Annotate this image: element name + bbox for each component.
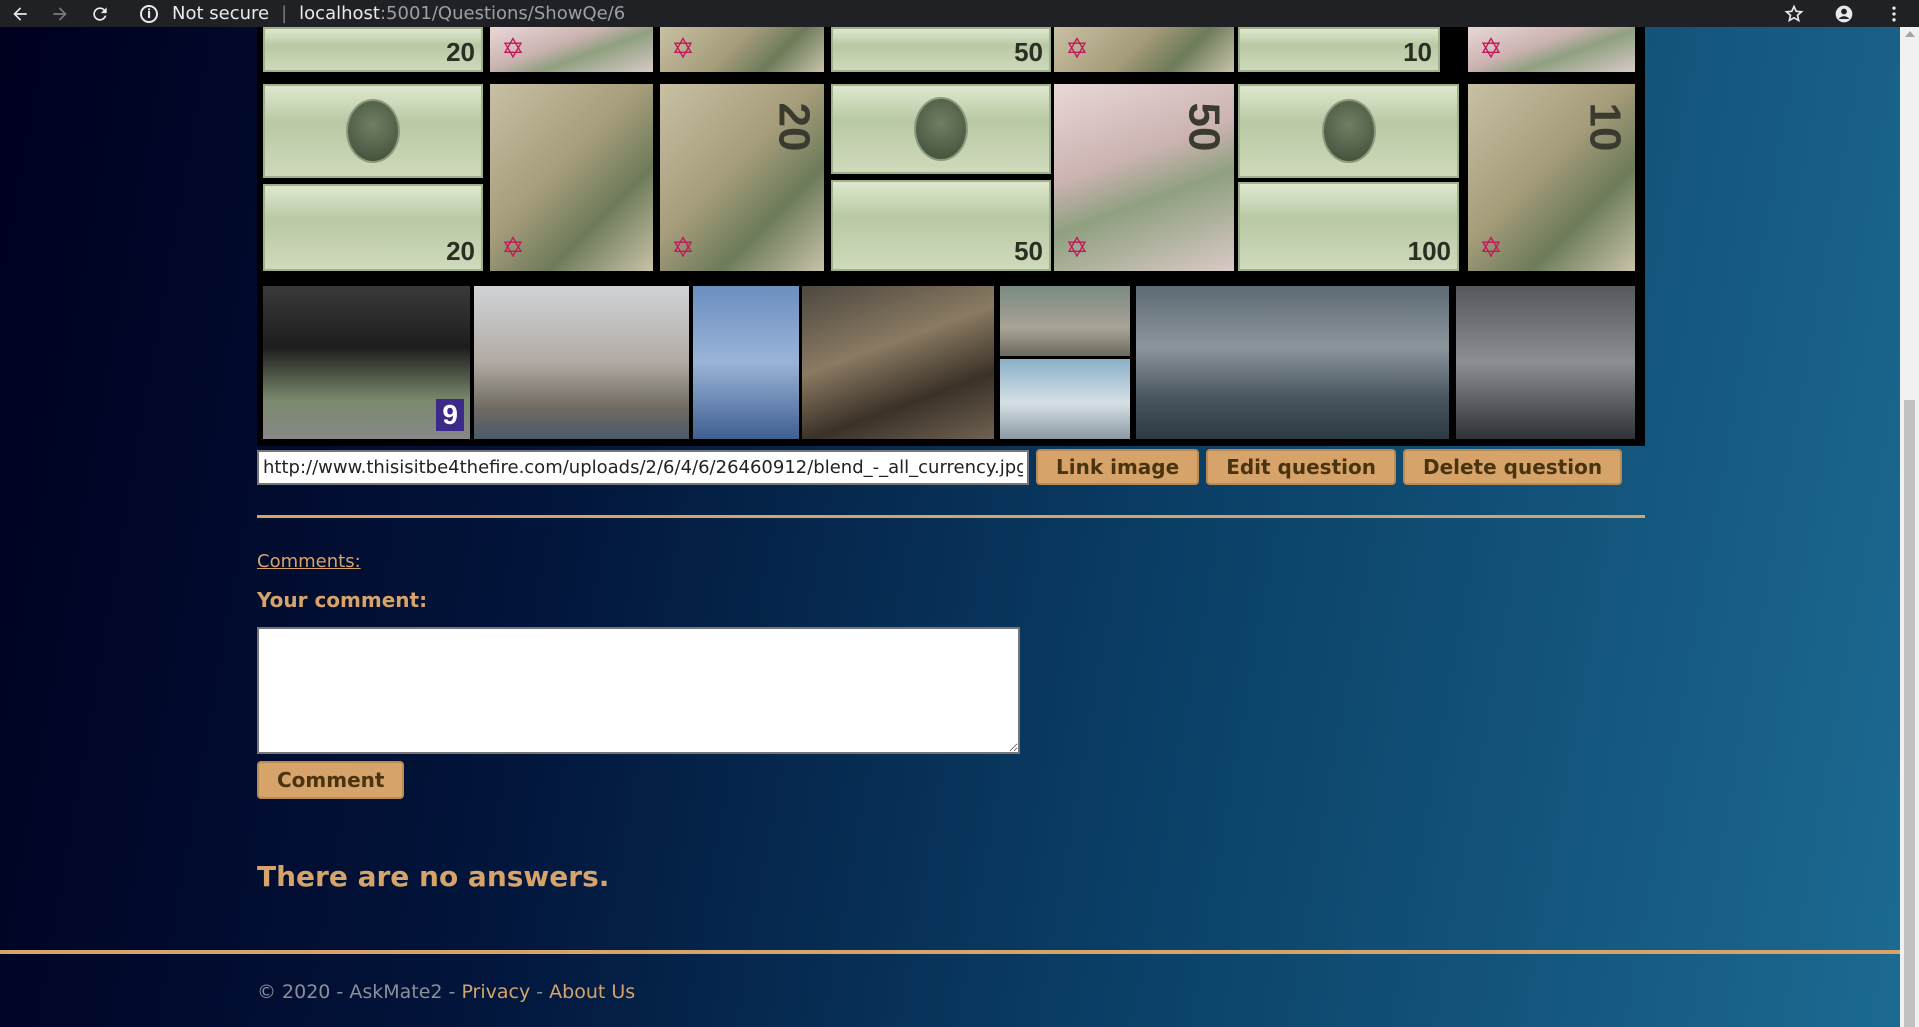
bill-image: 20 [263, 184, 483, 271]
photo-flooded-street [1456, 286, 1635, 439]
photo-rubble [802, 286, 994, 439]
bill-image: 10 [1238, 27, 1440, 72]
footer-copyright: © 2020 - AskMate2 - [257, 981, 462, 1003]
question-image[interactable]: 20 ✡ ✡ 50 ✡ 10 ✡ 20 ✡ 20 ✡ 50 50 ✡ 100 10 ✡… [257, 27, 1645, 446]
bill-image: 20 [263, 27, 483, 72]
folded-bill-image: 20 ✡ [660, 84, 824, 271]
about-us-link[interactable]: About Us [549, 981, 635, 1003]
pentagram-icon: ✡ [1479, 231, 1503, 264]
bill-image: 50 [831, 180, 1051, 271]
bill-numeral: 50 [1014, 236, 1043, 266]
folded-bill-image: ✡ [490, 27, 653, 72]
folded-bill-image: 50 ✡ [1054, 84, 1234, 271]
bill-numeral: 10 [1580, 102, 1630, 152]
page-body: 20 ✡ ✡ 50 ✡ 10 ✡ 20 ✡ 20 ✡ 50 50 ✡ 100 10 ✡… [0, 27, 1900, 1027]
bill-numeral: 100 [1407, 236, 1451, 266]
news-logo-badge: 9 [436, 399, 464, 431]
pentagram-icon: ✡ [501, 231, 525, 264]
scrollbar-thumb[interactable] [1904, 400, 1915, 1027]
folded-bill-image: ✡ [490, 84, 653, 271]
bill-numeral: 20 [446, 37, 475, 67]
bookmark-star-icon[interactable] [1769, 0, 1819, 27]
security-label: Not secure [172, 3, 270, 24]
photo-tower [693, 286, 799, 439]
address-bar[interactable]: i Not secure | localhost:5001/Questions/… [140, 0, 1799, 27]
url-path: :5001/Questions/ShowQe/6 [379, 3, 626, 24]
comments-link[interactable]: Comments: [257, 551, 361, 572]
browser-toolbar: i Not secure | localhost:5001/Questions/… [0, 0, 1919, 27]
bill-portrait [914, 97, 968, 161]
no-answers-message: There are no answers. [257, 860, 610, 893]
footer: © 2020 - AskMate2 - Privacy - About Us [257, 981, 635, 1003]
bill-numeral: 10 [1403, 37, 1432, 67]
back-icon[interactable] [0, 0, 40, 27]
bill-numeral: 20 [769, 102, 819, 152]
image-url-input[interactable] [257, 449, 1029, 485]
folded-bill-image: ✡ [660, 27, 824, 72]
footer-separator: - [530, 981, 550, 1003]
privacy-link[interactable]: Privacy [461, 981, 530, 1003]
question-content: 20 ✡ ✡ 50 ✡ 10 ✡ 20 ✡ 20 ✡ 50 50 ✡ 100 10 ✡… [257, 27, 1645, 893]
photo-smoke-building: 9 [263, 286, 470, 439]
pentagram-icon: ✡ [501, 32, 525, 65]
scroll-up-icon[interactable] [1905, 31, 1915, 37]
url-host: localhost [299, 3, 380, 24]
forward-icon[interactable] [40, 0, 80, 27]
bill-image [1238, 84, 1459, 178]
bill-numeral: 50 [1179, 102, 1229, 152]
bill-image [831, 84, 1051, 174]
delete-question-button[interactable]: Delete question [1402, 449, 1623, 485]
edit-question-button[interactable]: Edit question [1206, 449, 1396, 485]
page-scrollbar[interactable] [1900, 27, 1919, 1027]
pentagram-icon: ✡ [1065, 231, 1089, 264]
bill-numeral: 20 [446, 236, 475, 266]
reload-icon[interactable] [80, 0, 120, 27]
pentagram-icon: ✡ [671, 32, 695, 65]
bill-portrait [1321, 99, 1376, 163]
comment-textarea[interactable] [257, 627, 1020, 754]
section-divider [257, 515, 1645, 518]
folded-bill-image: ✡ [1468, 27, 1635, 72]
photo-dam-burst [1000, 359, 1130, 439]
pentagram-icon: ✡ [1479, 32, 1503, 65]
your-comment-label: Your comment: [257, 588, 428, 612]
bill-image: 100 [1238, 182, 1459, 271]
photo-city-wave [1136, 286, 1449, 439]
folded-bill-image: ✡ [1054, 27, 1234, 72]
footer-divider [0, 950, 1900, 954]
photo-damaged-building [474, 286, 689, 439]
menu-kebab-icon[interactable] [1869, 0, 1919, 27]
pentagram-icon: ✡ [1065, 32, 1089, 65]
comment-submit-button[interactable]: Comment [257, 761, 405, 799]
bill-numeral: 50 [1014, 37, 1043, 67]
info-icon[interactable]: i [140, 4, 158, 23]
photo-dam [1000, 286, 1130, 356]
profile-icon[interactable] [1819, 0, 1869, 27]
address-separator: | [281, 3, 288, 24]
link-image-button[interactable]: Link image [1036, 449, 1200, 485]
bill-portrait [346, 99, 400, 163]
bill-image: 50 [831, 27, 1051, 72]
image-action-row: Link image Edit question Delete question [257, 449, 1629, 485]
folded-bill-image: 10 ✡ [1468, 84, 1635, 271]
pentagram-icon: ✡ [671, 231, 695, 264]
bill-image [263, 84, 483, 178]
